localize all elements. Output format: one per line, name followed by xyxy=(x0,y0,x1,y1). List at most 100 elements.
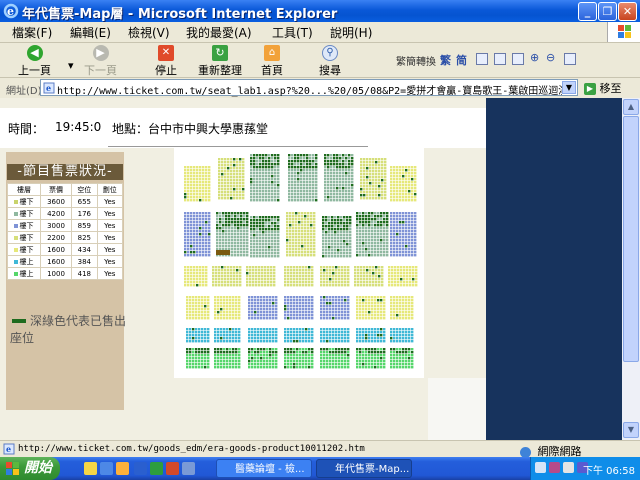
refresh-button[interactable]: ↻ 重新整理 xyxy=(198,45,242,78)
search-button[interactable]: ⚲ 搜尋 xyxy=(319,45,341,78)
info-line: 時間： 19:45:0 地點：台中市中興大學惠蓀堂 xyxy=(0,108,486,148)
seat-block[interactable] xyxy=(324,154,354,202)
back-button[interactable]: ◀ 上一頁 xyxy=(18,45,51,78)
seat-block[interactable] xyxy=(186,328,210,343)
traditional-button[interactable]: 繁 xyxy=(440,52,451,68)
start-button[interactable]: 開始 xyxy=(0,457,60,480)
seat-block[interactable] xyxy=(354,266,384,287)
forward-button[interactable]: ▶ 下一頁 xyxy=(84,45,117,78)
minimize-button[interactable]: _ xyxy=(578,2,597,21)
seat-block[interactable] xyxy=(248,348,278,369)
tray-icon-2[interactable] xyxy=(549,462,560,473)
app2-quicklaunch-icon[interactable] xyxy=(182,462,195,475)
zoom-in-icon[interactable]: ⊕ xyxy=(530,51,539,64)
seat-block[interactable] xyxy=(390,166,417,202)
address-dropdown-icon[interactable]: ▼ xyxy=(562,81,576,94)
maximize-button[interactable]: ❐ xyxy=(598,2,617,21)
seat-block[interactable] xyxy=(246,266,276,287)
seat-block[interactable] xyxy=(356,328,386,343)
scroll-down-icon[interactable]: ▼ xyxy=(623,422,639,438)
media-quicklaunch-icon[interactable] xyxy=(116,462,129,475)
scroll-up-icon[interactable]: ▲ xyxy=(623,99,639,115)
seat-block[interactable] xyxy=(390,348,414,369)
seat-block[interactable] xyxy=(186,348,210,369)
reserve-cell: Yes xyxy=(96,255,124,268)
table-row: 樓下 3600 655 Yes xyxy=(7,195,124,208)
seat-block[interactable] xyxy=(322,216,352,258)
seat-block[interactable] xyxy=(286,212,316,257)
scroll-thumb[interactable] xyxy=(623,116,639,362)
close-button[interactable]: ✕ xyxy=(618,2,637,21)
search-icon: ⚲ xyxy=(322,45,338,61)
app-quicklaunch-icon[interactable] xyxy=(166,462,179,475)
seat-block[interactable] xyxy=(356,212,389,257)
seat-block[interactable] xyxy=(390,328,414,343)
toolbar-icon-2[interactable] xyxy=(494,53,506,65)
ie-quicklaunch-icon[interactable] xyxy=(100,462,113,475)
refresh-icon: ↻ xyxy=(212,45,228,61)
seat-block[interactable] xyxy=(214,348,241,369)
seat-block[interactable] xyxy=(216,212,249,257)
seat-block[interactable] xyxy=(284,266,314,287)
seat-block[interactable] xyxy=(284,296,314,320)
menu-favorites[interactable]: 我的最愛(A) xyxy=(186,24,252,41)
menu-view[interactable]: 檢視(V) xyxy=(128,24,170,41)
toolbar: ◀ 上一頁 ▾ ▶ 下一頁 ✕ 停止 ↻ 重新整理 ⌂ 首頁 ⚲ 搜尋 繁簡轉換… xyxy=(0,43,640,78)
seat-block[interactable] xyxy=(248,296,278,320)
simplified-button[interactable]: 简 xyxy=(456,52,467,68)
menu-tools[interactable]: 工具(T) xyxy=(272,24,313,41)
price-cell: 4200 xyxy=(39,207,73,220)
menu-edit[interactable]: 編輯(E) xyxy=(70,24,111,41)
toolbar-icon-4[interactable] xyxy=(564,53,576,65)
price-cell: 3600 xyxy=(39,195,73,208)
seat-block[interactable] xyxy=(284,328,314,343)
home-button[interactable]: ⌂ 首頁 xyxy=(261,45,283,78)
toolbar-icon-3[interactable] xyxy=(512,53,524,65)
seat-block[interactable] xyxy=(184,212,211,257)
folder-quicklaunch-icon[interactable] xyxy=(84,462,97,475)
seat-block[interactable] xyxy=(250,216,280,258)
title-bar: e 年代售票-Map層 - Microsoft Internet Explore… xyxy=(0,0,640,22)
vertical-scrollbar[interactable]: ▲ ▼ xyxy=(622,98,640,440)
seat-block[interactable] xyxy=(356,296,386,320)
menu-file[interactable]: 檔案(F) xyxy=(12,24,52,41)
seat-block[interactable] xyxy=(288,154,318,202)
task-forum[interactable]: 醫藥論壇 - 檢... xyxy=(216,459,312,478)
go-arrow-icon: ▶ xyxy=(584,83,596,95)
zoom-out-icon[interactable]: ⊖ xyxy=(546,51,555,64)
seat-block[interactable] xyxy=(214,328,241,343)
toolbar-icon-1[interactable] xyxy=(476,53,488,65)
seat-map[interactable] xyxy=(174,148,424,378)
seat-block[interactable] xyxy=(186,296,210,320)
back-dropdown[interactable]: ▾ xyxy=(68,59,74,72)
seat-block[interactable] xyxy=(212,266,242,287)
seat-block[interactable] xyxy=(248,328,278,343)
seat-block[interactable] xyxy=(360,158,387,200)
seat-block[interactable] xyxy=(320,328,350,343)
tray-icon-1[interactable] xyxy=(535,462,546,473)
seat-block[interactable] xyxy=(250,154,280,202)
seat-block[interactable] xyxy=(390,296,414,320)
seat-block[interactable] xyxy=(320,296,350,320)
seat-block[interactable] xyxy=(320,266,350,287)
seat-block[interactable] xyxy=(218,158,245,200)
seat-block[interactable] xyxy=(284,348,314,369)
seat-block[interactable] xyxy=(388,266,418,287)
reserve-cell: Yes xyxy=(96,267,124,280)
task-ticket[interactable]: 年代售票-Map... xyxy=(316,459,412,478)
stop-button[interactable]: ✕ 停止 xyxy=(155,45,177,78)
excel-quicklaunch-icon[interactable] xyxy=(150,462,163,475)
table-header-row: 樓層 票價 空位 劃位 xyxy=(7,183,124,196)
tray-icon-3[interactable] xyxy=(563,462,574,473)
seat-block[interactable] xyxy=(214,296,241,320)
seat-block[interactable] xyxy=(390,212,417,257)
table-row: 樓上 1600 384 Yes xyxy=(7,255,124,268)
seat-block[interactable] xyxy=(356,348,386,369)
menu-help[interactable]: 說明(H) xyxy=(330,24,372,41)
seat-block[interactable] xyxy=(184,266,208,287)
address-input[interactable]: e http://www.ticket.com.tw/seat_lab1.asp… xyxy=(40,79,578,97)
go-button[interactable]: ▶ 移至 xyxy=(584,80,622,96)
seat-block[interactable] xyxy=(184,166,211,202)
word-quicklaunch-icon[interactable] xyxy=(134,462,147,475)
seat-block[interactable] xyxy=(320,348,350,369)
